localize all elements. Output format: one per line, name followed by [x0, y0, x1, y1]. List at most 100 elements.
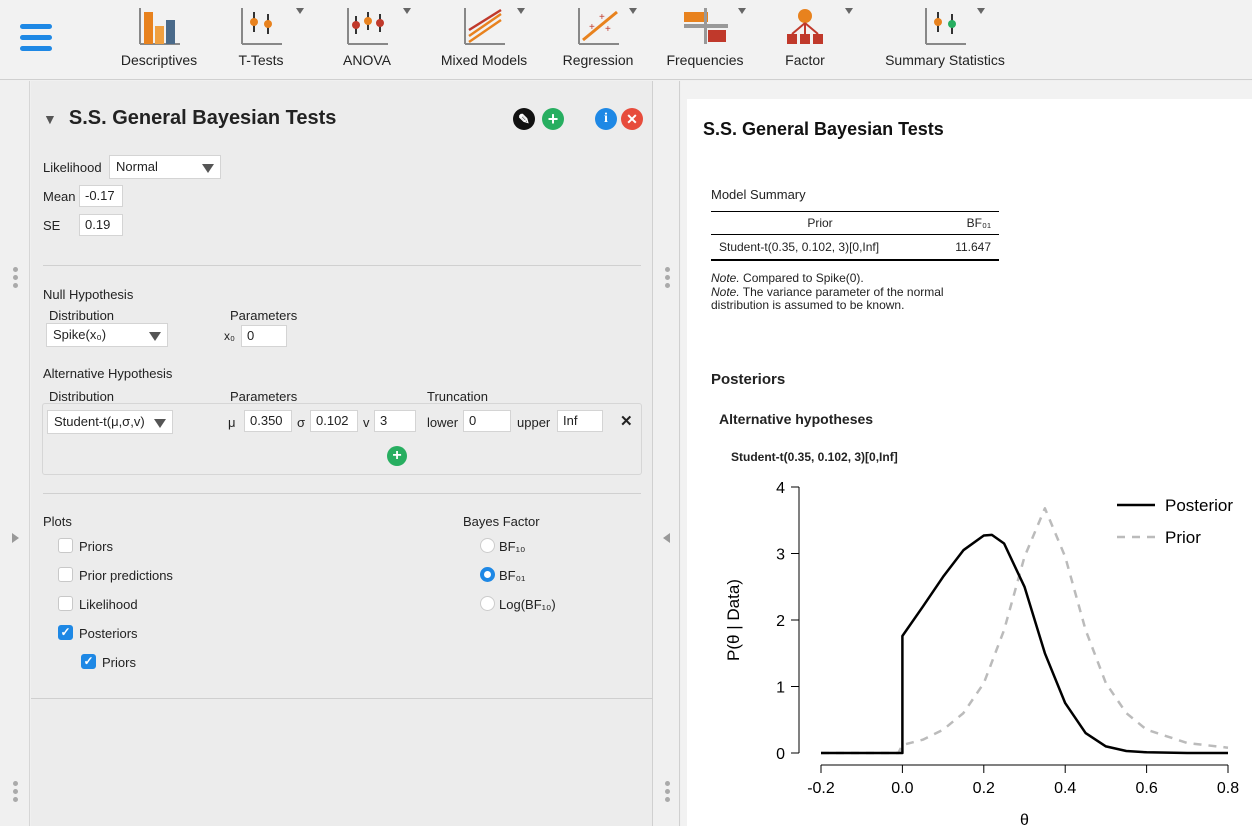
- likelihood-checkbox[interactable]: [58, 596, 73, 611]
- mixed-models-icon: [464, 8, 505, 45]
- x0-input[interactable]: 0: [241, 325, 287, 347]
- factor-icon: [787, 9, 823, 44]
- se-input[interactable]: 0.19: [79, 214, 123, 236]
- alt-hypothesis-heading: Alternative Hypothesis: [43, 366, 173, 381]
- factor-button[interactable]: Factor: [775, 6, 835, 68]
- remove-hypothesis-icon[interactable]: ✕: [620, 412, 633, 430]
- bf01-radio[interactable]: [480, 567, 495, 582]
- svg-text:+: +: [599, 12, 605, 23]
- frequencies-dropdown-caret-icon[interactable]: [738, 8, 746, 14]
- likelihood-plot-label: Likelihood: [79, 597, 138, 612]
- likelihood-dropdown[interactable]: Normal: [109, 155, 221, 179]
- summary-statistics-dropdown-caret-icon[interactable]: [977, 8, 985, 14]
- nu-input[interactable]: 3: [374, 410, 416, 432]
- svg-text:+: +: [589, 22, 595, 33]
- anova-dropdown-caret-icon[interactable]: [403, 8, 411, 14]
- alt-distribution-dropdown[interactable]: Student-t(μ,σ,v): [47, 410, 173, 434]
- data-panel-splitter[interactable]: [0, 81, 30, 826]
- sigma-label: σ: [297, 415, 306, 430]
- add-hypothesis-icon[interactable]: +: [387, 446, 407, 466]
- x-tick-label: 0.0: [891, 780, 913, 797]
- posterior-plot: -0.2 0.0 0.2 0.4 0.6 0.8 0 1 2 3 4 θ P(θ | Data) Post…: [724, 480, 1239, 826]
- mixed-models-button[interactable]: Mixed Models: [434, 6, 534, 68]
- grip-dots-icon[interactable]: [662, 781, 672, 805]
- prior-predictions-checkbox[interactable]: [58, 567, 73, 582]
- duplicate-analysis-icon[interactable]: +: [542, 108, 564, 130]
- lower-input[interactable]: 0: [463, 410, 511, 432]
- anova-icon: [347, 8, 388, 45]
- edit-title-icon[interactable]: ✎: [513, 108, 535, 130]
- toolbar-label: Summary Statistics: [885, 52, 1005, 68]
- alt-distribution-label: Distribution: [49, 389, 115, 404]
- ttests-icon: [241, 8, 282, 45]
- bf10-radio[interactable]: [480, 538, 495, 553]
- hamburger-menu-icon[interactable]: [20, 24, 52, 56]
- toolbar-label: Mixed Models: [440, 52, 528, 68]
- grip-dots-icon[interactable]: [10, 267, 20, 291]
- prior-cell: Student-t(0.35, 0.102, 3)[0,Inf]: [711, 234, 929, 261]
- mu-label: μ: [228, 415, 236, 430]
- table-note-1: Note. Compared to Spike(0).: [711, 272, 1001, 285]
- regression-button[interactable]: + + + Regression: [553, 6, 643, 68]
- null-hypothesis-heading: Null Hypothesis: [43, 287, 134, 302]
- model-summary-caption: Model Summary: [711, 187, 806, 202]
- note-text: Compared to Spike(0).: [739, 271, 864, 285]
- info-icon[interactable]: i: [595, 108, 617, 130]
- toolbar-label: T-Tests: [238, 52, 284, 68]
- toolbar-label: Frequencies: [666, 52, 744, 68]
- y-tick-label: 1: [776, 680, 785, 697]
- frequencies-button[interactable]: Frequencies: [658, 6, 752, 68]
- svg-text:+: +: [605, 24, 611, 35]
- null-distribution-value: Spike(x₀): [53, 327, 107, 342]
- se-label: SE: [43, 218, 61, 233]
- alternative-hypotheses-heading: Alternative hypotheses: [719, 411, 874, 427]
- descriptives-button[interactable]: Descriptives: [114, 6, 204, 68]
- y-tick-label: 4: [776, 480, 785, 497]
- summary-statistics-button[interactable]: Summary Statistics: [872, 6, 1018, 68]
- collapse-triangle-icon[interactable]: ▼: [43, 111, 57, 127]
- grip-dots-icon[interactable]: [662, 267, 672, 291]
- priors-checkbox[interactable]: [58, 538, 73, 553]
- divider: [43, 265, 641, 266]
- alternative-hypothesis-row: Student-t(μ,σ,v) μ 0.350 σ 0.102 v 3 low…: [42, 403, 642, 475]
- upper-input[interactable]: Inf: [557, 410, 603, 432]
- table-row: Student-t(0.35, 0.102, 3)[0,Inf] 11.647: [711, 234, 999, 261]
- y-tick-label: 3: [776, 547, 785, 564]
- x-tick-label: 0.4: [1054, 780, 1076, 797]
- factor-dropdown-caret-icon[interactable]: [845, 8, 853, 14]
- note-text: The variance parameter of the normal dis…: [711, 285, 944, 312]
- expand-data-arrow-icon[interactable]: [12, 533, 19, 543]
- posterior-priors-label: Priors: [102, 655, 136, 670]
- posteriors-label: Posteriors: [79, 626, 138, 641]
- frequencies-icon: [684, 8, 728, 44]
- bf-cell: 11.647: [929, 234, 999, 261]
- ttests-dropdown-caret-icon[interactable]: [296, 8, 304, 14]
- results-panel-splitter[interactable]: [654, 81, 680, 826]
- logbf10-label: Log(BF₁₀): [499, 597, 556, 612]
- ttests-button[interactable]: T-Tests: [231, 6, 291, 68]
- x-tick-label: 0.2: [973, 780, 995, 797]
- analysis-header[interactable]: ▼ S.S. General Bayesian Tests: [43, 107, 336, 130]
- anova-button[interactable]: ANOVA: [337, 6, 397, 68]
- results-title: S.S. General Bayesian Tests: [703, 119, 944, 139]
- analysis-title: S.S. General Bayesian Tests: [68, 107, 337, 129]
- mixed-models-dropdown-caret-icon[interactable]: [517, 8, 525, 14]
- mean-input[interactable]: -0.17: [79, 185, 123, 207]
- posterior-priors-checkbox[interactable]: ✓: [81, 654, 96, 669]
- chevron-down-icon: [202, 164, 214, 173]
- close-analysis-icon[interactable]: ✕: [621, 108, 643, 130]
- grip-dots-icon[interactable]: [10, 781, 20, 805]
- likelihood-value: Normal: [116, 159, 158, 174]
- null-distribution-dropdown[interactable]: Spike(x₀): [46, 323, 168, 347]
- null-parameters-label: Parameters: [230, 308, 298, 323]
- x0-label: x₀: [224, 329, 235, 343]
- bf01-label: BF₀₁: [499, 568, 526, 583]
- logbf10-radio[interactable]: [480, 596, 495, 611]
- mu-input[interactable]: 0.350: [244, 410, 292, 432]
- collapse-options-arrow-icon[interactable]: [663, 533, 670, 543]
- regression-dropdown-caret-icon[interactable]: [629, 8, 637, 14]
- y-axis-label: P(θ | Data): [724, 579, 743, 661]
- model-summary-table: Prior BF₀₁ Student-t(0.35, 0.102, 3)[0,I…: [711, 211, 999, 261]
- sigma-input[interactable]: 0.102: [310, 410, 358, 432]
- posteriors-checkbox[interactable]: ✓: [58, 625, 73, 640]
